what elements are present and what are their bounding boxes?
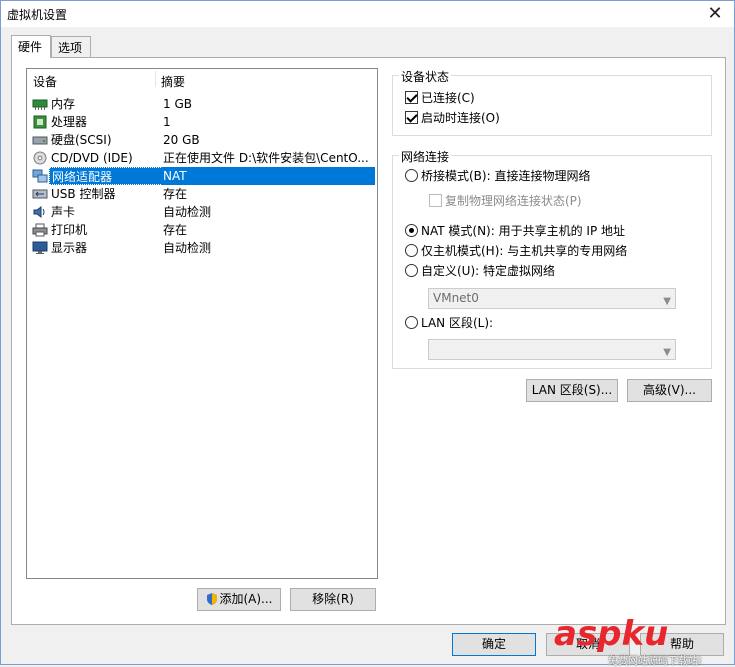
device-row-hard-disk[interactable]: 硬盘(SCSI) 20 GB bbox=[27, 131, 377, 149]
hardware-panel: 设备 摘要 内存 1 GB 处理器 1 硬盘(SCSI) 20 GB CD/DV… bbox=[11, 57, 726, 625]
device-name: 显示器 bbox=[51, 241, 88, 255]
lan-segment-label: LAN 区段(L): bbox=[421, 316, 494, 330]
device-row-cd-dvd[interactable]: CD/DVD (IDE) 正在使用文件 D:\软件安装包\CentO... bbox=[27, 149, 377, 167]
connect-at-power-on-checkbox[interactable]: 启动时连接(O) bbox=[405, 110, 500, 126]
device-status-group: 设备状态 已连接(C) 启动时连接(O) bbox=[392, 68, 712, 136]
column-separator[interactable] bbox=[155, 71, 156, 87]
radio-circle[interactable] bbox=[405, 264, 418, 277]
advanced-button[interactable]: 高级(V)... bbox=[627, 379, 712, 402]
network-connection-group: 网络连接 桥接模式(B): 直接连接物理网络 复制物理网络连接状态(P) NAT… bbox=[392, 148, 712, 369]
radio-circle[interactable] bbox=[405, 224, 418, 237]
column-header-summary[interactable]: 摘要 bbox=[161, 73, 185, 90]
window-title: 虚拟机设置 bbox=[7, 8, 68, 22]
device-row-usb[interactable]: USB 控制器 存在 bbox=[27, 185, 377, 203]
lan-segment-radio[interactable]: LAN 区段(L): bbox=[405, 315, 493, 331]
nat-radio[interactable]: NAT 模式(N): 用于共享主机的 IP 地址 bbox=[405, 223, 625, 239]
connected-label: 已连接(C) bbox=[421, 91, 475, 105]
host-only-label: 仅主机模式(H): 与主机共享的专用网络 bbox=[421, 244, 628, 258]
display-icon bbox=[32, 241, 48, 254]
device-name: 网络适配器 bbox=[49, 167, 177, 185]
column-header-device[interactable]: 设备 bbox=[33, 73, 57, 90]
tab-hardware[interactable]: 硬件 bbox=[11, 35, 51, 58]
add-button[interactable]: 添加(A)... bbox=[197, 588, 281, 611]
device-name: USB 控制器 bbox=[51, 187, 116, 201]
nat-label: NAT 模式(N): 用于共享主机的 IP 地址 bbox=[421, 224, 626, 238]
sound-card-icon bbox=[33, 206, 45, 218]
device-list[interactable]: 设备 摘要 内存 1 GB 处理器 1 硬盘(SCSI) 20 GB CD/DV… bbox=[26, 68, 378, 579]
replicate-physical-state-checkbox[interactable]: 复制物理网络连接状态(P) bbox=[429, 193, 582, 209]
network-connection-title: 网络连接 bbox=[399, 148, 452, 165]
chevron-down-icon: ▼ bbox=[663, 296, 671, 307]
printer-icon bbox=[32, 223, 48, 237]
device-summary: 正在使用文件 D:\软件安装包\CentO... bbox=[163, 151, 369, 165]
close-button[interactable]: ✕ bbox=[704, 3, 726, 25]
cd-dvd-icon bbox=[33, 151, 47, 165]
memory-icon bbox=[32, 99, 48, 110]
device-summary: 存在 bbox=[163, 223, 188, 237]
processor-icon bbox=[33, 115, 47, 129]
device-summary: 自动检测 bbox=[163, 205, 212, 219]
chevron-down-icon: ▼ bbox=[663, 347, 671, 358]
radio-circle[interactable] bbox=[405, 169, 418, 182]
connected-checkbox[interactable]: 已连接(C) bbox=[405, 90, 475, 106]
watermark-logo: aspku bbox=[554, 614, 669, 654]
radio-circle[interactable] bbox=[405, 244, 418, 257]
device-row-processor[interactable]: 处理器 1 bbox=[27, 113, 377, 131]
bridged-radio[interactable]: 桥接模式(B): 直接连接物理网络 bbox=[405, 168, 590, 184]
device-list-header: 设备 摘要 bbox=[27, 69, 377, 89]
tab-options[interactable]: 选项 bbox=[51, 36, 91, 57]
device-summary: 20 GB bbox=[163, 133, 200, 147]
connect-at-power-on-label: 启动时连接(O) bbox=[421, 111, 500, 125]
device-row-memory[interactable]: 内存 1 GB bbox=[27, 95, 377, 113]
vm-settings-window: 虚拟机设置 ✕ 硬件 选项 设备 摘要 内存 1 GB 处理器 1 硬盘(SCS… bbox=[0, 0, 735, 667]
device-summary: 1 GB bbox=[163, 97, 192, 111]
network-adapter-icon bbox=[32, 169, 48, 183]
device-name: 硬盘(SCSI) bbox=[51, 133, 112, 147]
host-only-radio[interactable]: 仅主机模式(H): 与主机共享的专用网络 bbox=[405, 243, 627, 259]
device-summary: NAT bbox=[161, 167, 375, 185]
device-row-sound-card[interactable]: 声卡 自动检测 bbox=[27, 203, 377, 221]
shield-icon bbox=[207, 593, 218, 605]
device-summary: 存在 bbox=[163, 187, 188, 201]
device-summary: 自动检测 bbox=[163, 241, 212, 255]
device-name: 处理器 bbox=[51, 115, 88, 129]
checkbox-box[interactable] bbox=[405, 111, 418, 124]
checkbox-box[interactable] bbox=[405, 91, 418, 104]
custom-label: 自定义(U): 特定虚拟网络 bbox=[421, 264, 556, 278]
usb-icon bbox=[32, 189, 48, 199]
checkbox-box[interactable] bbox=[429, 194, 442, 207]
custom-radio[interactable]: 自定义(U): 特定虚拟网络 bbox=[405, 263, 555, 279]
device-status-title: 设备状态 bbox=[399, 68, 452, 85]
add-button-label: 添加(A)... bbox=[219, 592, 273, 606]
device-name: 声卡 bbox=[51, 205, 76, 219]
watermark: aspku 免费网站源码下载站! bbox=[554, 614, 730, 667]
lan-segment-select[interactable]: ▼ bbox=[428, 339, 676, 360]
device-row-network-adapter[interactable]: 网络适配器 NAT bbox=[27, 167, 377, 185]
bridged-label: 桥接模式(B): 直接连接物理网络 bbox=[421, 169, 591, 183]
ok-button[interactable]: 确定 bbox=[452, 633, 536, 656]
device-name: CD/DVD (IDE) bbox=[51, 151, 133, 165]
device-row-printer[interactable]: 打印机 存在 bbox=[27, 221, 377, 239]
device-summary: 1 bbox=[163, 115, 171, 129]
device-name: 内存 bbox=[51, 97, 76, 111]
title-bar: 虚拟机设置 ✕ bbox=[1, 1, 734, 27]
lan-segments-button[interactable]: LAN 区段(S)... bbox=[526, 379, 618, 402]
radio-circle[interactable] bbox=[405, 316, 418, 329]
device-name: 打印机 bbox=[51, 223, 88, 237]
hard-disk-icon bbox=[32, 136, 48, 145]
replicate-label: 复制物理网络连接状态(P) bbox=[445, 194, 582, 208]
device-row-display[interactable]: 显示器 自动检测 bbox=[27, 239, 377, 257]
custom-network-select[interactable]: VMnet0 ▼ bbox=[428, 288, 676, 309]
custom-network-value: VMnet0 bbox=[433, 291, 479, 305]
remove-button[interactable]: 移除(R) bbox=[290, 588, 376, 611]
